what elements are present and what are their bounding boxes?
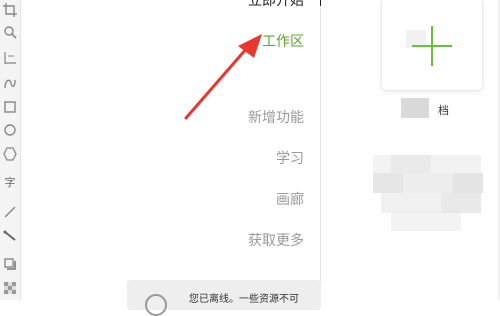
- blurred-thumbnail: [403, 173, 453, 193]
- ellipse-icon[interactable]: [0, 120, 20, 140]
- zoom-icon[interactable]: [0, 22, 20, 42]
- new-document-card[interactable]: [381, 0, 483, 91]
- blurred-thumbnail: [373, 173, 403, 193]
- menu-item-whats-new[interactable]: 新增功能: [248, 107, 304, 127]
- offline-message: 您已离线。一些资源不可: [189, 294, 299, 305]
- blurred-thumbnail: [391, 155, 431, 173]
- shadow-icon[interactable]: [0, 254, 20, 274]
- blurred-thumbnail: [373, 155, 391, 173]
- crop-icon[interactable]: [0, 0, 20, 20]
- menu-item-get-started[interactable]: 立即开始: [248, 0, 304, 10]
- menu-item-workspace[interactable]: 工作区: [262, 31, 304, 51]
- blurred-thumbnail: [431, 155, 481, 173]
- polygon-icon[interactable]: [0, 144, 20, 164]
- connector-icon[interactable]: [0, 226, 20, 246]
- menu-item-learn[interactable]: 学习: [276, 148, 304, 168]
- line-icon[interactable]: [0, 202, 20, 222]
- toolbox: 字: [0, 0, 21, 300]
- rectangle-icon[interactable]: [0, 97, 20, 117]
- blurred-caption: [401, 98, 429, 118]
- welcome-menu: 立即开始 工作区 新增功能 学习 画廊 获取更多 您已离线。一些资源不可: [21, 0, 323, 316]
- new-document-caption: 档: [438, 105, 449, 117]
- menu-item-gallery[interactable]: 画廊: [276, 189, 304, 209]
- freehand-icon[interactable]: [0, 73, 20, 93]
- blurred-thumbnail: [391, 213, 461, 231]
- blurred-thumbnail: [381, 193, 441, 213]
- blurred-thumbnail: [453, 173, 483, 193]
- blurred-thumbnail: [441, 193, 481, 213]
- menu-item-get-more[interactable]: 获取更多: [248, 230, 304, 250]
- text-tool-icon[interactable]: 字: [0, 172, 20, 192]
- dimension-icon[interactable]: [0, 48, 20, 68]
- offline-icon: [145, 294, 167, 316]
- text-tool-glyph: 字: [4, 177, 16, 189]
- workspace-panel: 档: [321, 0, 500, 300]
- offline-banner: 您已离线。一些资源不可: [127, 280, 321, 316]
- transparency-icon[interactable]: [0, 278, 20, 298]
- plus-icon: [412, 26, 452, 66]
